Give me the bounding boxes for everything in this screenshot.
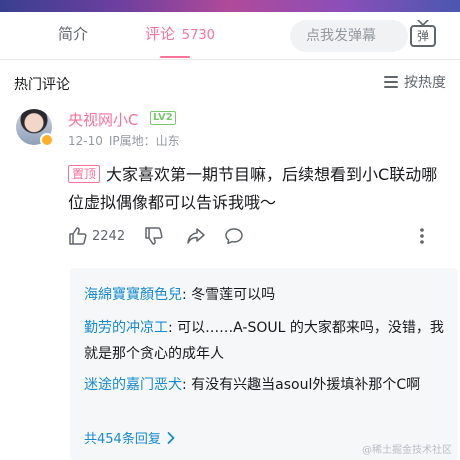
reply-button[interactable] <box>224 224 244 248</box>
chevron-right-icon <box>167 431 175 444</box>
sort-label: 按热度 <box>404 75 446 91</box>
tab-comments-count: 5730 <box>181 28 215 43</box>
more-options-button[interactable] <box>412 224 432 248</box>
active-tab-indicator <box>160 56 190 58</box>
share-arrow-icon <box>187 228 205 244</box>
view-all-replies-link[interactable]: 共454条回复 <box>84 428 175 447</box>
reply-username[interactable]: 勤劳的冲凉工 <box>84 320 168 336</box>
watermark: @稀土掘金技术社区 <box>362 445 452 456</box>
like-button[interactable]: 2242 <box>68 224 125 248</box>
thumbs-up-icon <box>69 227 87 245</box>
sort-button[interactable]: 按热度 <box>384 72 446 92</box>
dislike-button[interactable] <box>144 224 164 248</box>
comment-meta: 12-10 IP属地：山东 <box>68 132 180 149</box>
reply-text: : 冬雪莲可以吗 <box>182 287 276 303</box>
hot-comments-header: 热门评论 按热度 <box>0 60 460 106</box>
reply-text: : 有没有兴趣当asoul外援填补那个C啊 <box>182 377 421 393</box>
comment-body: 置顶 大家喜欢第一期节目嘛，后续想看到小C联动哪位虚拟偶像都可以告诉我哦～ <box>68 161 438 217</box>
tab-comments-label: 评论 <box>145 25 176 43</box>
tab-comments[interactable]: 评论 5730 <box>145 12 215 60</box>
comment-text: 大家喜欢第一期节目嘛，后续想看到小C联动哪位虚拟偶像都可以告诉我哦～ <box>68 165 438 212</box>
reply-username[interactable]: 迷途的嘉门恶犬 <box>84 377 182 393</box>
more-replies-label: 共454条回复 <box>84 432 161 447</box>
comment-actions: 2242 <box>68 224 438 248</box>
pinned-tag: 置顶 <box>68 165 101 183</box>
danmaku-input[interactable]: 点我发弹幕 <box>290 20 408 52</box>
comment-date: 12-10 <box>68 134 103 148</box>
comment-ip-location: IP属地：山东 <box>108 134 180 148</box>
comment-username[interactable]: 央视网小C <box>68 109 138 130</box>
section-title: 热门评论 <box>14 77 70 93</box>
tab-bar: 简介 评论 5730 点我发弹幕 弹 <box>0 12 460 60</box>
reply-item[interactable]: 迷途的嘉门恶犬: 有没有兴趣当asoul外援填补那个C啊 <box>84 372 444 398</box>
verified-badge-icon <box>40 133 54 147</box>
reply-item[interactable]: 勤劳的冲凉工: 可以……A-SOUL 的大家都来吗，没错，我就是那个贪心的成年人 <box>84 315 444 367</box>
share-button[interactable] <box>186 224 206 248</box>
thumbs-down-icon <box>145 227 163 245</box>
level-badge: LV2 <box>150 111 176 125</box>
vertical-dots-icon <box>420 228 424 244</box>
reply-username[interactable]: 海綿寶寶顏色兒 <box>84 287 182 303</box>
sort-lines-icon <box>384 76 398 88</box>
video-banner <box>0 0 460 12</box>
like-count: 2242 <box>92 228 126 244</box>
danmaku-toggle-button[interactable]: 弹 <box>408 19 438 51</box>
chat-bubble-icon <box>225 228 243 245</box>
reply-item[interactable]: 海綿寶寶顏色兒: 冬雪莲可以吗 <box>84 282 444 308</box>
replies-panel: 海綿寶寶顏色兒: 冬雪莲可以吗 勤劳的冲凉工: 可以……A-SOUL 的大家都来… <box>70 268 458 460</box>
tv-icon: 弹 <box>410 25 436 47</box>
tab-intro[interactable]: 简介 <box>58 12 88 60</box>
